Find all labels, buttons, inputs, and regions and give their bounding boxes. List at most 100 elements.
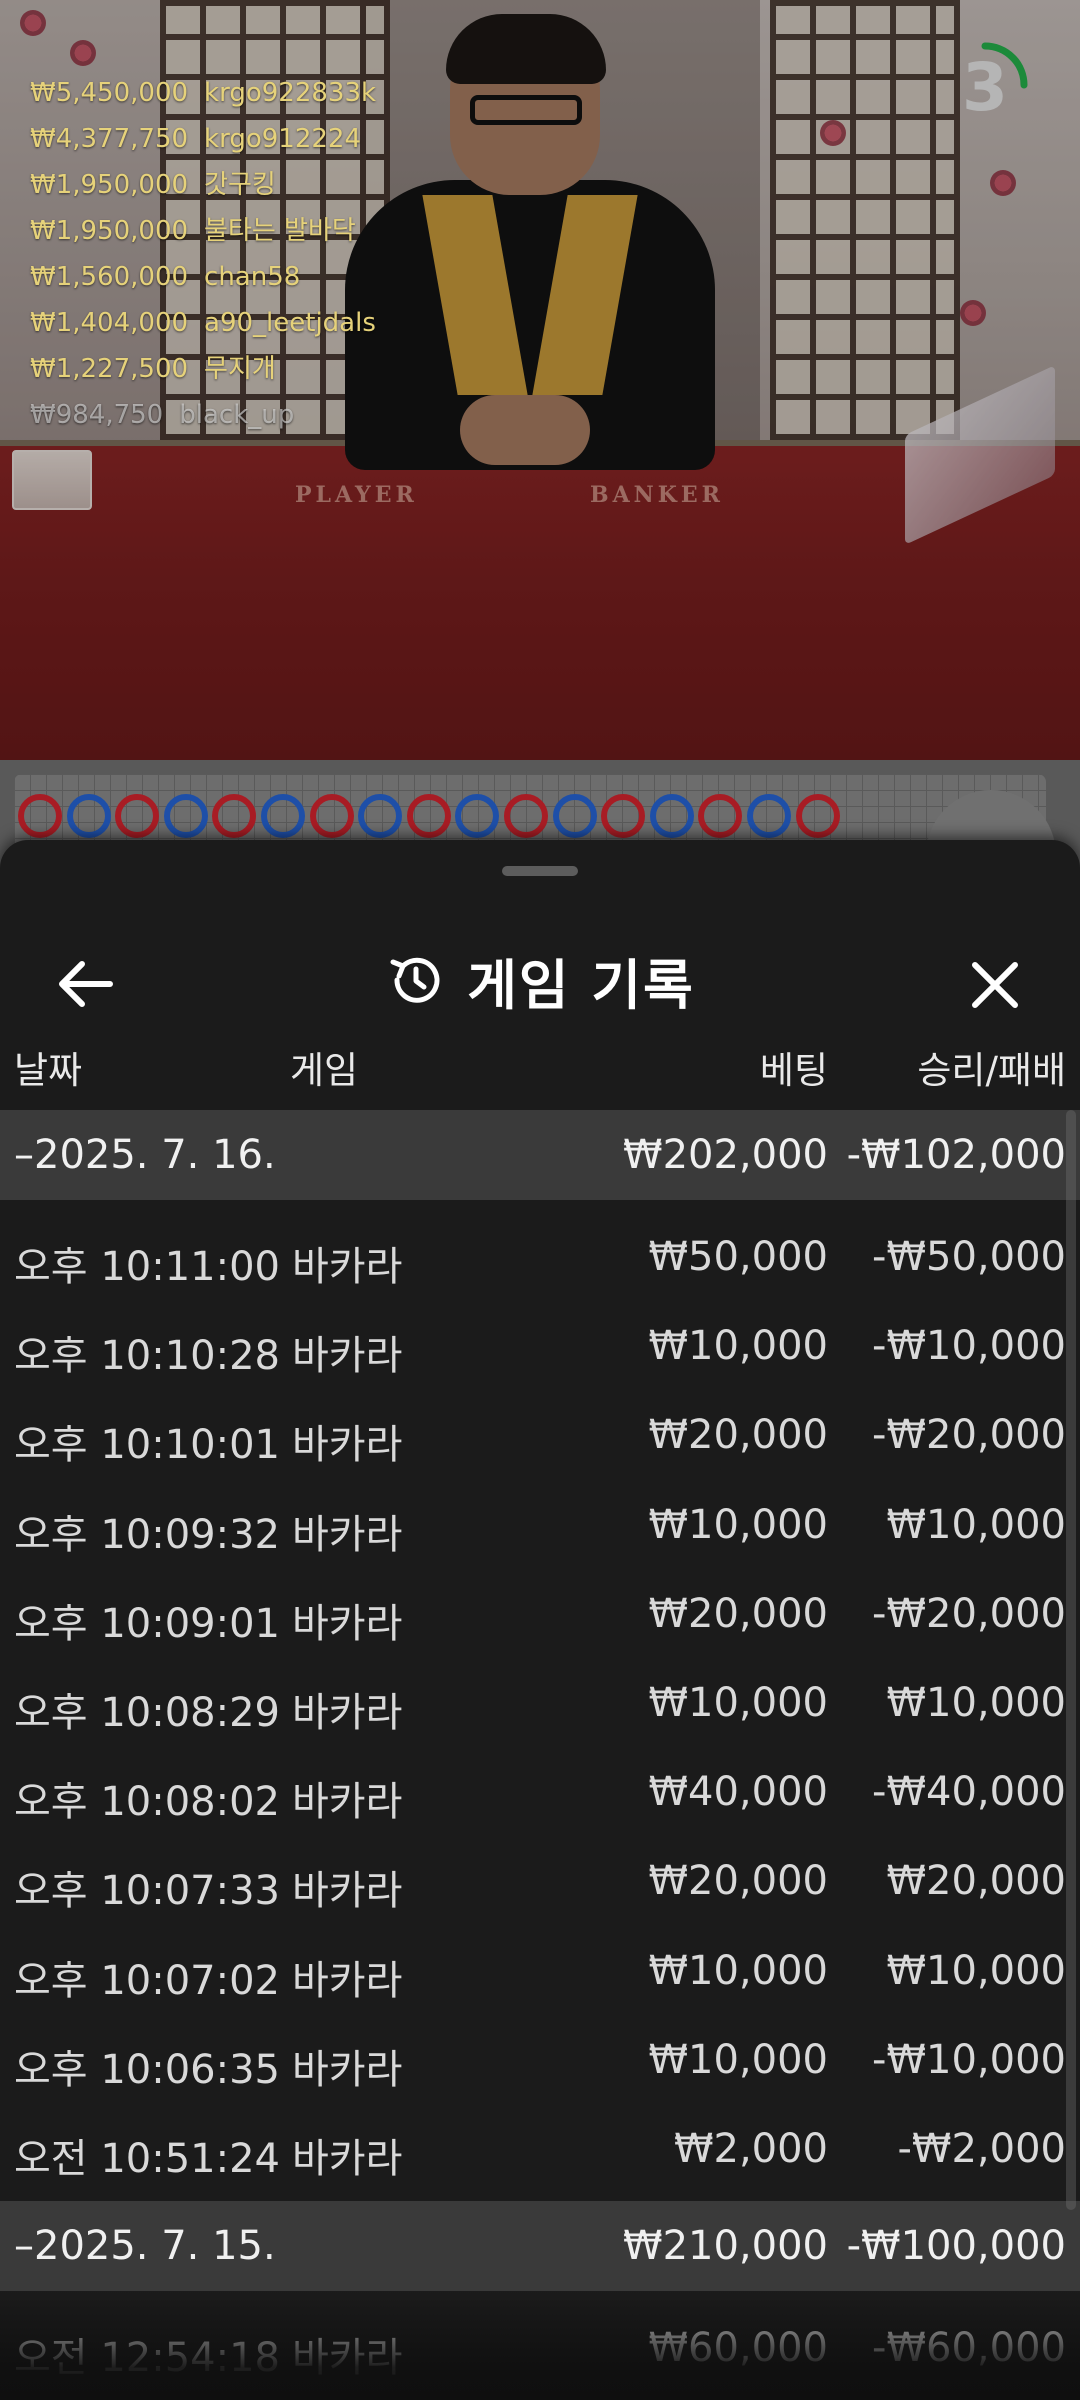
row-game: 바카라: [292, 1333, 403, 1380]
banker-bead: [698, 794, 743, 838]
row-time: 오후 10:11:00: [14, 1244, 280, 1290]
row-bet: ₩2,000: [673, 2126, 828, 2172]
column-header-bet: 베팅: [759, 1049, 828, 1092]
date-group-header[interactable]: –2025. 7. 15. ₩210,000 -₩100,000: [0, 2201, 1080, 2292]
banker-bead: [406, 794, 451, 838]
banker-bead: [18, 794, 62, 838]
row-result: ₩10,000: [886, 1947, 1066, 1994]
row-time: 오후 10:07:02: [14, 1957, 280, 2004]
sheet-title: 게임 기록: [467, 953, 695, 1017]
row-bet: ₩10,000: [648, 1501, 828, 1548]
column-header-game: 게임: [290, 1049, 359, 1092]
leaderboard-username: 갓구킹: [204, 170, 276, 200]
player-bead: [163, 794, 208, 838]
leaderboard-amount: ₩1,404,000: [30, 308, 189, 338]
history-row[interactable]: 오후 10:06:35 바카라 ₩10,000 -₩10,000: [0, 2015, 1080, 2104]
player-bead: [261, 794, 305, 838]
row-result: -₩50,000: [872, 1234, 1066, 1280]
player-bead: [66, 794, 111, 838]
row-time: 오후 10:06:35: [14, 2046, 280, 2093]
history-row[interactable]: 오후 10:11:00 바카라 ₩50,000 -₩50,000: [0, 1212, 1080, 1301]
sheet-title-group: 게임 기록: [0, 940, 1080, 1020]
winners-leaderboard: ₩5,450,000 krgo922833k ₩4,377,750 krgo91222…: [30, 70, 376, 438]
countdown-number: 3: [962, 49, 1008, 126]
leaderboard-row: ₩1,227,500 무지개: [30, 346, 376, 392]
leaderboard-username: krgo922833k: [204, 78, 377, 108]
row-result: ₩10,000: [886, 1501, 1066, 1548]
player-bead: [552, 794, 597, 838]
row-bet: ₩20,000: [648, 1590, 828, 1637]
row-game: 바카라: [292, 1957, 403, 2004]
group-date: –2025. 7. 15.: [14, 2223, 276, 2270]
row-game: 바카라: [292, 1511, 403, 1558]
history-row[interactable]: 오후 10:09:32 바카라 ₩10,000 ₩10,000: [0, 1480, 1080, 1569]
leaderboard-row: ₩5,450,000 krgo922833k: [30, 70, 376, 116]
row-result: -₩10,000: [872, 2036, 1066, 2083]
leaderboard-row: ₩1,404,000 a90_leetjdals: [30, 300, 376, 346]
column-header-date: 날짜: [14, 1049, 83, 1092]
leaderboard-row: ₩1,950,000 불타는 발바닥: [30, 208, 376, 254]
row-result: -₩20,000: [872, 1590, 1066, 1637]
leaderboard-username: chan58: [204, 262, 301, 292]
history-row[interactable]: 오후 10:10:01 바카라 ₩20,000 -₩20,000: [0, 1390, 1080, 1479]
row-bet: ₩10,000: [648, 1680, 828, 1726]
history-row[interactable]: 오후 10:07:02 바카라 ₩10,000 ₩10,000: [0, 1926, 1080, 2015]
player-bead: [358, 794, 403, 838]
row-bet: ₩40,000: [648, 1769, 828, 1816]
history-row[interactable]: 오후 10:08:29 바카라 ₩10,000 ₩10,000: [0, 1658, 1080, 1747]
banker-bead: [212, 794, 257, 838]
leaderboard-amount: ₩1,227,500: [30, 354, 189, 384]
close-icon: [972, 962, 1018, 1008]
row-game: 바카라: [292, 1422, 403, 1469]
row-result: ₩10,000: [886, 1680, 1066, 1726]
history-icon: [390, 957, 440, 1003]
leaderboard-username: krgo912224: [204, 124, 361, 154]
leaderboard-username: black_up: [179, 400, 295, 430]
leaderboard-row: ₩4,377,750 krgo912224: [30, 116, 376, 162]
close-button[interactable]: [960, 950, 1030, 1020]
row-time: 오후 10:10:01: [14, 1422, 280, 1469]
group-winloss-total: -₩100,000: [846, 2223, 1066, 2270]
date-group-header[interactable]: –2025. 7. 16. ₩202,000 -₩102,000: [0, 1110, 1080, 1200]
column-header-winloss: 승리/패배: [917, 1049, 1066, 1092]
history-row[interactable]: 오후 10:07:33 바카라 ₩20,000 ₩20,000: [0, 1836, 1080, 1925]
row-game: 바카라: [292, 2046, 403, 2093]
row-result: -₩20,000: [872, 1412, 1066, 1459]
leaderboard-amount: ₩1,950,000: [30, 216, 189, 246]
row-result: -₩2,000: [897, 2126, 1067, 2172]
history-row[interactable]: 오후 10:08:02 바카라 ₩40,000 -₩40,000: [0, 1747, 1080, 1836]
row-bet: ₩10,000: [648, 1323, 828, 1370]
leaderboard-amount: ₩5,450,000: [30, 78, 189, 108]
leaderboard-amount: ₩4,377,750: [30, 124, 189, 154]
leaderboard-amount: ₩1,950,000: [30, 170, 189, 200]
row-bet: ₩10,000: [648, 2036, 828, 2083]
sheet-drag-handle[interactable]: [502, 866, 578, 876]
sheet-header: 게임 기록: [0, 910, 1080, 1050]
player-bead: [649, 794, 694, 838]
history-scrollbar[interactable]: [1066, 1110, 1076, 2210]
leaderboard-username: 불타는 발바닥: [204, 216, 356, 246]
group-winloss-total: -₩102,000: [846, 1132, 1066, 1178]
history-row[interactable]: 오후 10:10:28 바카라 ₩10,000 -₩10,000: [0, 1301, 1080, 1390]
banker-bead: [795, 794, 840, 838]
group-bet-total: ₩202,000: [623, 1132, 828, 1178]
row-bet: ₩20,000: [648, 1858, 828, 1905]
round-countdown: 3: [940, 40, 1030, 130]
history-row[interactable]: 오후 10:09:01 바카라 ₩20,000 -₩20,000: [0, 1569, 1080, 1658]
banker-bead: [504, 794, 548, 838]
history-row[interactable]: 오전 10:51:24 바카라 ₩2,000 -₩2,000: [0, 2104, 1080, 2193]
row-result: -₩10,000: [872, 1323, 1066, 1370]
row-bet: ₩20,000: [648, 1412, 828, 1459]
group-date: –2025. 7. 16.: [14, 1132, 276, 1178]
row-result: -₩40,000: [872, 1769, 1066, 1816]
row-bet: ₩50,000: [648, 1234, 828, 1280]
row-time: 오후 10:08:29: [14, 1690, 280, 1736]
row-time: 오후 10:07:33: [14, 1868, 280, 1915]
banker-bead: [601, 794, 646, 838]
row-result: ₩20,000: [886, 1858, 1066, 1905]
leaderboard-amount: ₩1,560,000: [30, 262, 189, 292]
leaderboard-username: 무지개: [204, 354, 276, 384]
row-game: 바카라: [292, 1244, 403, 1290]
row-game: 바카라: [292, 1868, 403, 1915]
row-time: 오후 10:09:01: [14, 1600, 280, 1647]
